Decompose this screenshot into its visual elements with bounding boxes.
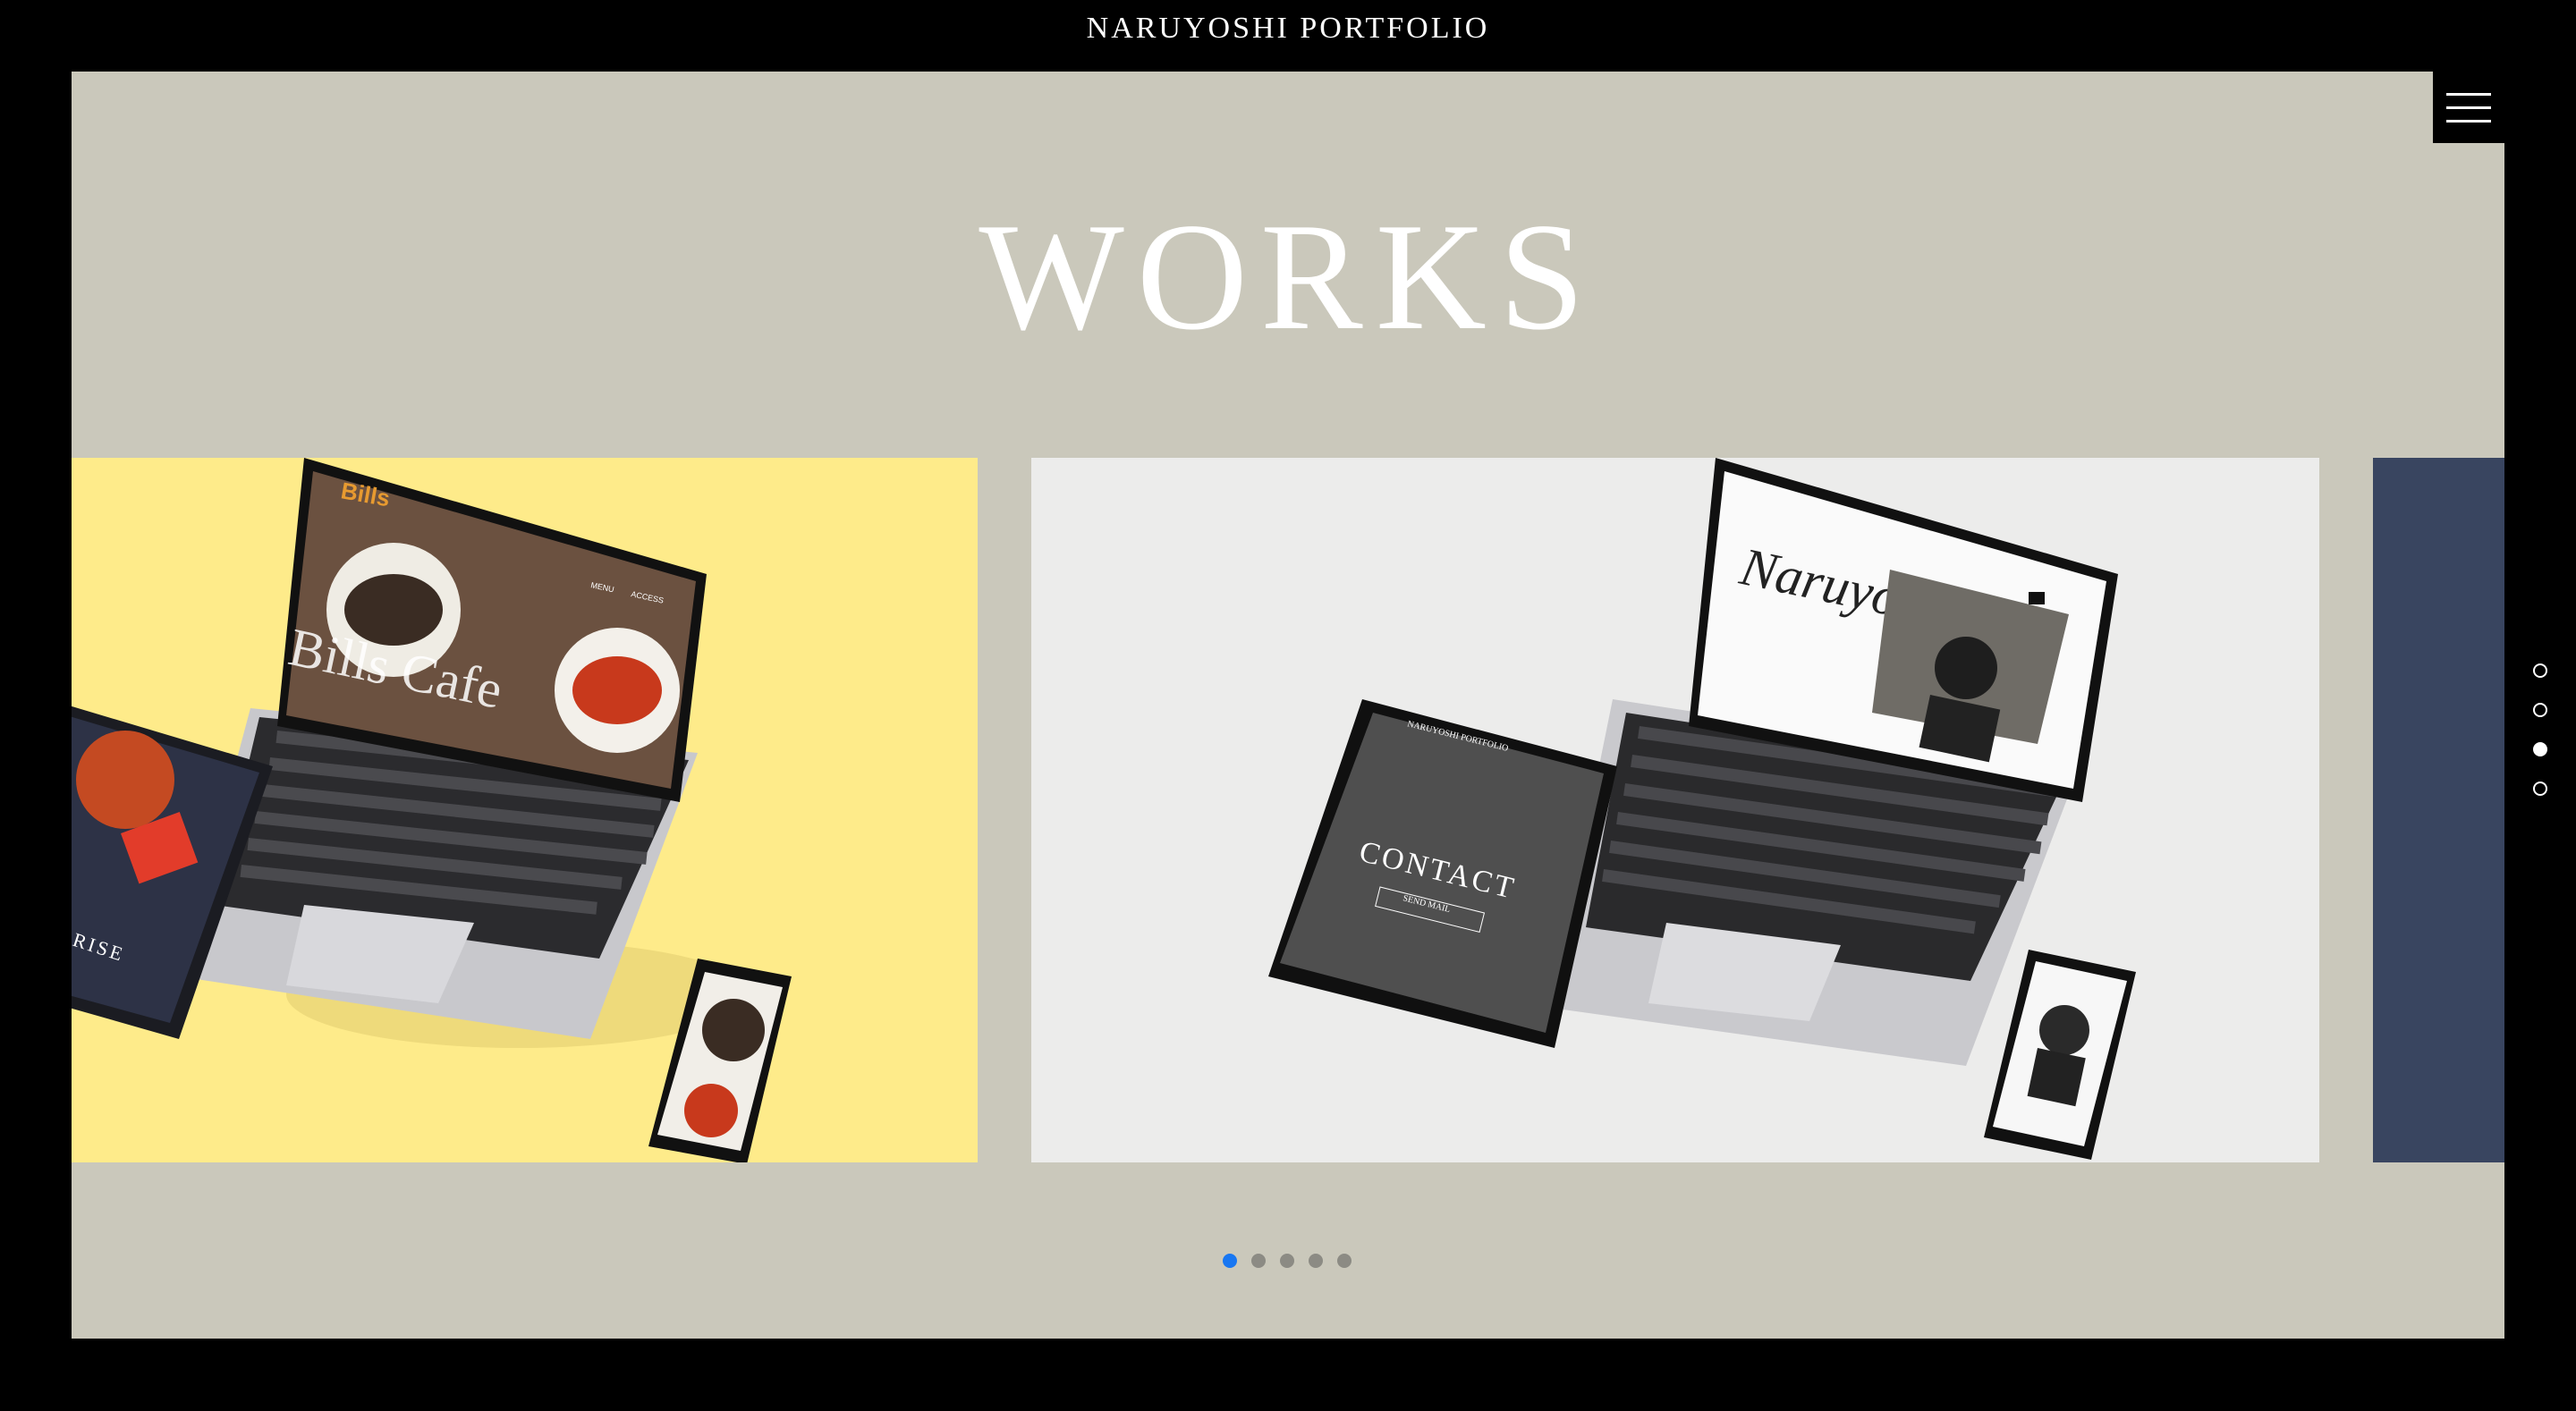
carousel-dot-5[interactable] xyxy=(1337,1254,1352,1268)
work-slide-portfolio[interactable]: Naruyoshi NARUYOSHI PORTFOLIO CONTACT SE… xyxy=(1031,458,2319,1162)
side-nav-dot-3[interactable] xyxy=(2533,742,2547,756)
carousel-dot-1[interactable] xyxy=(1223,1254,1237,1268)
menu-bar xyxy=(2446,92,2491,96)
works-section: WORKS Bills MENU ACCESS Bills Cafe RISE … xyxy=(72,72,2504,1339)
side-nav-dot-1[interactable] xyxy=(2533,663,2547,678)
section-side-nav xyxy=(2533,663,2547,796)
carousel-dot-2[interactable] xyxy=(1251,1254,1266,1268)
carousel-dot-3[interactable] xyxy=(1280,1254,1294,1268)
works-heading: WORKS xyxy=(979,192,1597,362)
work-slide-next[interactable] xyxy=(2373,458,2504,1162)
side-nav-dot-2[interactable] xyxy=(2533,703,2547,717)
side-nav-dot-4[interactable] xyxy=(2533,782,2547,796)
carousel-pagination xyxy=(1223,1254,1352,1268)
carousel-dot-4[interactable] xyxy=(1309,1254,1323,1268)
portfolio-mockup: Naruyoshi NARUYOSHI PORTFOLIO CONTACT SE… xyxy=(1268,458,2136,1160)
menu-bar xyxy=(2446,106,2491,109)
work-slide-bills-cafe[interactable]: Bills MENU ACCESS Bills Cafe RISE xyxy=(72,458,978,1162)
hamburger-icon[interactable] xyxy=(2433,72,2504,143)
site-title[interactable]: NARUYOSHI PORTFOLIO xyxy=(0,9,2576,48)
menu-bar xyxy=(2446,119,2491,123)
bills-cafe-mockup: Bills MENU ACCESS Bills Cafe RISE xyxy=(72,458,792,1162)
